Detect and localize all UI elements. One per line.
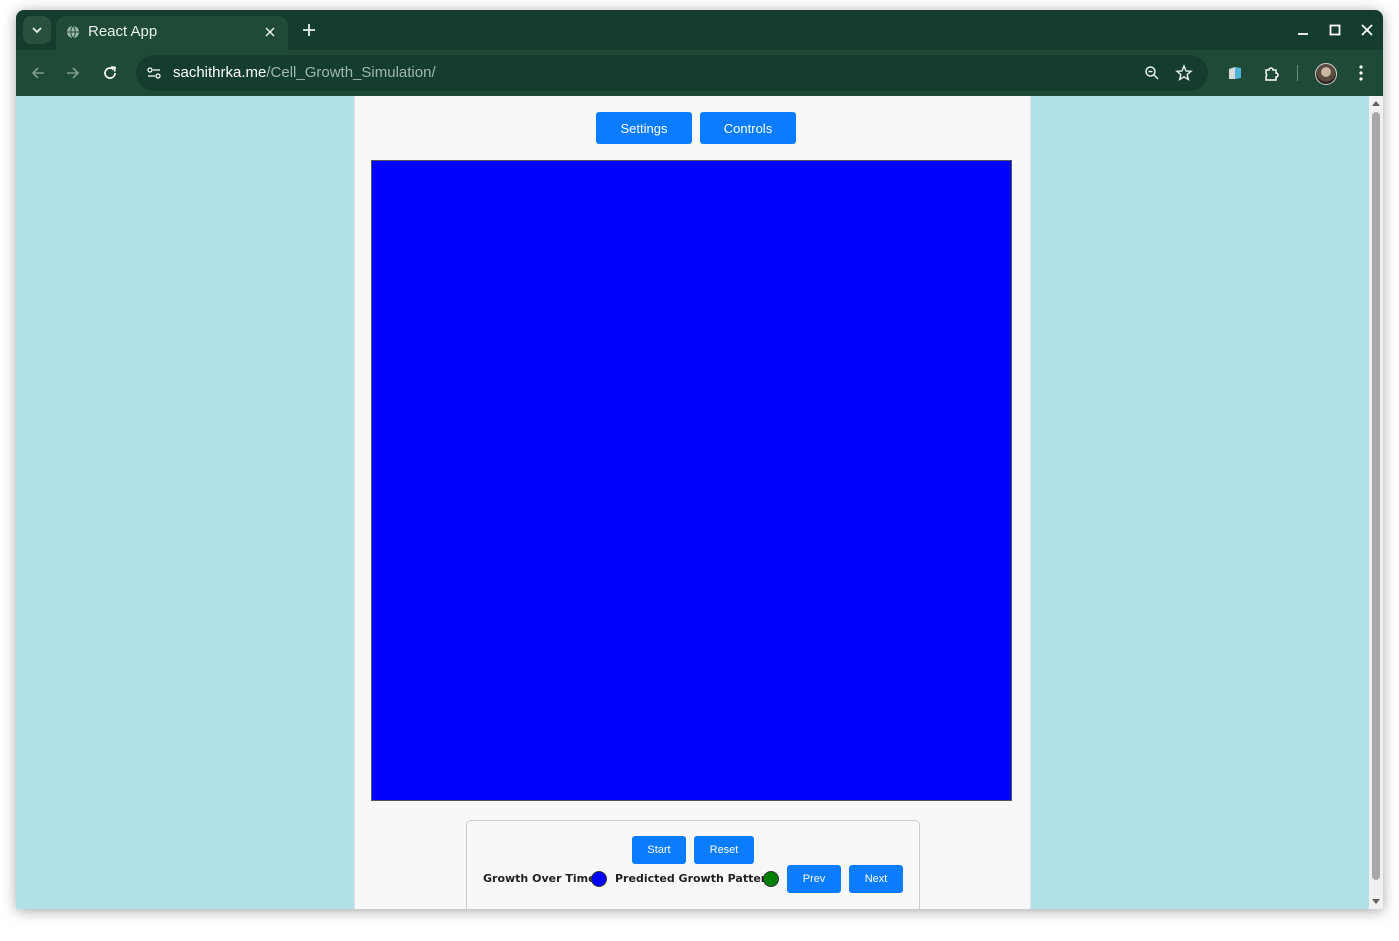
predicted-growth-label: Predicted Growth Pattern: — [615, 872, 779, 885]
tab-title: React App — [88, 23, 158, 40]
new-tab-button[interactable] — [298, 19, 320, 41]
profile-avatar[interactable] — [1315, 63, 1337, 85]
plus-icon — [303, 24, 315, 36]
puzzle-icon — [1265, 67, 1279, 81]
growth-over-time-color-swatch[interactable] — [591, 871, 607, 887]
app-container: Settings Controls Start Reset Growth Ove… — [354, 96, 1031, 909]
url-text: sachithrka.me/Cell_Growth_Simulation/ — [173, 64, 436, 81]
close-window-button[interactable] — [1357, 20, 1377, 40]
more-vertical-icon — [1359, 65, 1363, 81]
url-path: /Cell_Growth_Simulation/ — [266, 64, 436, 81]
tab-close-button[interactable] — [262, 24, 278, 40]
growth-over-time-label: Growth Over Time: — [483, 872, 600, 885]
predicted-growth-color-swatch[interactable] — [763, 871, 779, 887]
zoom-button[interactable] — [1142, 63, 1162, 83]
extensions-menu-button[interactable] — [1261, 62, 1283, 84]
tab-bar: React App — [16, 10, 1383, 50]
close-icon — [1361, 24, 1373, 36]
controls-button[interactable]: Controls — [700, 112, 796, 144]
page-viewport: Settings Controls Start Reset Growth Ove… — [16, 96, 1383, 909]
maximize-button[interactable] — [1325, 20, 1345, 40]
browser-menu-button[interactable] — [1350, 62, 1372, 84]
reset-button[interactable]: Reset — [694, 836, 754, 864]
reload-icon — [104, 66, 116, 79]
browser-tab[interactable]: React App — [56, 16, 288, 50]
scroll-down-arrow-icon[interactable] — [1372, 899, 1380, 904]
globe-icon — [67, 25, 79, 39]
minimize-icon — [1298, 33, 1308, 35]
next-button[interactable]: Next — [849, 865, 903, 893]
tune-icon — [147, 67, 161, 79]
controls-panel: Start Reset Growth Over Time: Predicted … — [466, 820, 920, 909]
simulation-canvas[interactable] — [371, 160, 1012, 801]
browser-toolbar: sachithrka.me/Cell_Growth_Simulation/ — [16, 50, 1383, 96]
browser-window: React App sachithrka.me/Cell_Growth_Simu… — [16, 10, 1383, 909]
tab-search-button[interactable] — [23, 16, 51, 44]
back-button[interactable] — [26, 61, 50, 85]
arrow-right-icon — [67, 67, 80, 79]
close-icon — [265, 27, 275, 37]
scroll-up-arrow-icon[interactable] — [1372, 101, 1380, 106]
extension-app-icon — [1229, 67, 1241, 79]
scrollbar-thumb[interactable] — [1372, 112, 1380, 880]
zoom-out-icon — [1145, 66, 1159, 80]
prev-button[interactable]: Prev — [787, 865, 841, 893]
start-button[interactable]: Start — [632, 836, 686, 864]
reload-button[interactable] — [98, 61, 122, 85]
bookmark-button[interactable] — [1174, 63, 1194, 83]
forward-button[interactable] — [61, 61, 85, 85]
minimize-button[interactable] — [1293, 20, 1313, 40]
arrow-left-icon — [31, 67, 44, 79]
address-bar[interactable]: sachithrka.me/Cell_Growth_Simulation/ — [136, 55, 1208, 91]
chevron-down-icon — [32, 27, 42, 34]
settings-button[interactable]: Settings — [596, 112, 692, 144]
url-host: sachithrka.me — [173, 64, 267, 81]
star-icon — [1175, 64, 1193, 81]
toolbar-separator — [1297, 65, 1298, 81]
extension-button[interactable] — [1224, 62, 1246, 84]
maximize-icon — [1329, 24, 1341, 36]
site-info-button[interactable] — [144, 63, 164, 83]
page-scrollbar[interactable] — [1369, 96, 1383, 909]
